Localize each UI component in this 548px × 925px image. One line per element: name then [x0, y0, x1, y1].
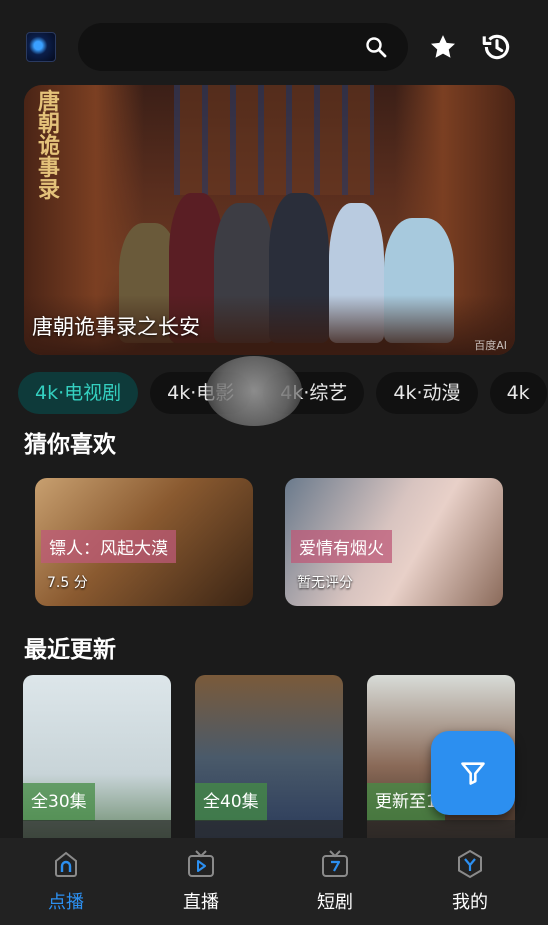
recommend-card-title: 镖人：风起大漠 — [41, 530, 176, 563]
nav-label: 短剧 — [317, 892, 353, 913]
banner-watermark: 百度AI — [474, 339, 507, 352]
card-shade — [23, 820, 171, 840]
home-icon — [55, 851, 77, 877]
nav-mine[interactable]: 我的 — [425, 848, 515, 914]
filter-button[interactable] — [431, 731, 515, 815]
recommend-card-rating: 暂无评分 — [297, 575, 353, 591]
tab-4k-anime[interactable]: 4k·动漫 — [376, 372, 478, 414]
recent-title: 最近更新 — [24, 637, 116, 663]
profile-hex-icon — [458, 849, 482, 879]
history-icon[interactable] — [480, 30, 514, 64]
search-box[interactable] — [78, 23, 408, 71]
nav-label: 直播 — [183, 892, 219, 913]
banner-calligraphy: 唐 朝 诡 事 录 — [38, 89, 61, 203]
star-icon[interactable] — [428, 32, 458, 62]
app-logo-icon[interactable] — [26, 32, 56, 62]
banner-title: 唐朝诡事录之长安 — [32, 315, 200, 339]
tv-play-icon — [188, 850, 214, 877]
short-drama-icon — [322, 850, 348, 877]
nav-label: 我的 — [452, 892, 488, 913]
recommend-card[interactable]: 镖人：风起大漠 7.5 分 — [35, 478, 253, 606]
recommend-title: 猜你喜欢 — [24, 432, 116, 458]
filter-icon — [461, 762, 485, 785]
recommend-card-title: 爱情有烟火 — [291, 530, 392, 563]
tab-4k-more[interactable]: 4k — [489, 372, 547, 414]
top-bar — [0, 0, 548, 80]
nav-live[interactable]: 直播 — [156, 848, 246, 914]
episode-badge: 全30集 — [23, 783, 95, 821]
nav-vod[interactable]: 点播 — [21, 848, 111, 914]
episode-badge: 全40集 — [195, 783, 267, 821]
moon-decoration — [206, 356, 302, 426]
banner-lattice — [174, 85, 374, 195]
recent-card[interactable]: 全40集 — [195, 675, 343, 840]
featured-banner[interactable]: 唐 朝 诡 事 录 唐朝诡事录之长安 百度AI — [24, 85, 515, 355]
recommend-card[interactable]: 爱情有烟火 暂无评分 — [285, 478, 503, 606]
card-shade — [367, 820, 515, 840]
nav-shorts[interactable]: 短剧 — [290, 848, 380, 914]
recent-card[interactable]: 全30集 — [23, 675, 171, 840]
recommend-card-rating: 7.5 分 — [47, 575, 88, 591]
card-shade — [195, 820, 343, 840]
nav-label: 点播 — [48, 892, 84, 913]
bottom-nav: 点播 直播 短剧 我的 — [0, 838, 548, 925]
tab-4k-tv[interactable]: 4k·电视剧 — [18, 372, 139, 414]
search-icon[interactable] — [364, 35, 388, 59]
